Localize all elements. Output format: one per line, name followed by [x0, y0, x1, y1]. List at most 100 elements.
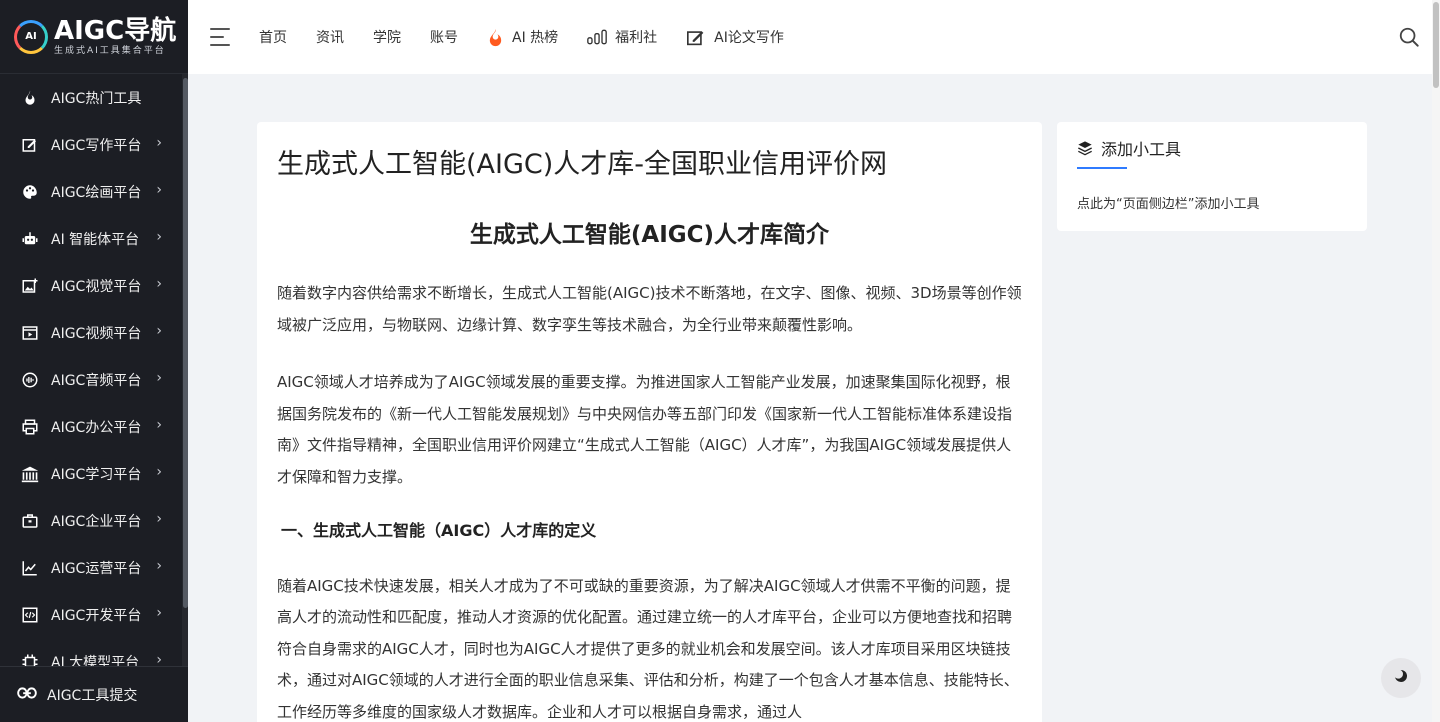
sidebar-item-label: AIGC办公平台 [51, 419, 142, 436]
logo-title: AIGC导航 [54, 15, 177, 46]
sidebar-item-large-model[interactable]: AI 大模型平台 › [0, 638, 182, 666]
sidebar-item-label: AIGC热门工具 [51, 90, 142, 107]
model-icon [20, 652, 40, 666]
chevron-right-icon: › [156, 511, 162, 527]
sidebar-item-vision[interactable]: AIGC视觉平台 › [0, 262, 182, 309]
sidebar-item-development[interactable]: AIGC开发平台 › [0, 591, 182, 638]
nav-label: AI 热榜 [512, 30, 559, 46]
flame-icon [20, 88, 40, 108]
logo-mark: AI [14, 19, 48, 54]
sidebar-item-label: AI 大模型平台 [51, 654, 140, 667]
sidebar-item-agent[interactable]: AI 智能体平台 › [0, 215, 182, 262]
chevron-right-icon: › [156, 558, 162, 574]
section-heading: 一、生成式人工智能（AIGC）人才库的定义 [281, 520, 597, 540]
search-icon[interactable] [1398, 26, 1420, 48]
sidebar-menu: AIGC热门工具 AIGC写作平台 › AIGC绘画平台 › AI 智能体平台 … [0, 74, 182, 666]
sidebar-item-video[interactable]: AIGC视频平台 › [0, 309, 182, 356]
bars-icon [587, 29, 607, 45]
chevron-right-icon: › [156, 605, 162, 621]
nav-ai-hot[interactable]: AI 热榜 [487, 27, 558, 47]
nav-label: AI论文写作 [714, 30, 784, 46]
top-nav: 首页 资讯 学院 账号 AI 热榜 福利社 AI论文写作 [259, 27, 813, 47]
logo-text: AIGC导航 生成式AI工具集合平台 [54, 17, 176, 57]
page-scrollbar[interactable] [1432, 0, 1440, 722]
chevron-right-icon: › [156, 464, 162, 480]
chevron-right-icon: › [156, 323, 162, 339]
sidebar: AI AIGC导航 生成式AI工具集合平台 AIGC热门工具 AIGC写作平台 … [0, 0, 188, 722]
article-card: 生成式人工智能(AIGC)人才库-全国职业信用评价网 生成式人工智能(AIGC)… [257, 122, 1042, 722]
menu-toggle-icon[interactable] [210, 28, 232, 46]
chevron-right-icon: › [156, 135, 162, 151]
chevron-right-icon: › [156, 370, 162, 386]
nav-academy[interactable]: 学院 [373, 27, 401, 47]
link-icon [17, 685, 37, 704]
sidebar-item-label: AIGC写作平台 [51, 137, 142, 154]
sidebar-item-label: AIGC音频平台 [51, 372, 142, 389]
chart-line-icon [20, 558, 40, 578]
code-icon [20, 605, 40, 625]
nav-ai-paper[interactable]: AI论文写作 [686, 27, 784, 47]
nav-label: 学院 [373, 30, 401, 46]
sidebar-item-label: AIGC视频平台 [51, 325, 142, 342]
sidebar-item-label: AIGC学习平台 [51, 466, 142, 483]
fire-icon [487, 28, 504, 47]
sidebar-item-label: AIGC运营平台 [51, 560, 142, 577]
nav-home[interactable]: 首页 [259, 27, 287, 47]
logo-subtitle: 生成式AI工具集合平台 [54, 45, 166, 56]
video-icon [20, 323, 40, 343]
sidebar-item-enterprise[interactable]: AIGC企业平台 › [0, 497, 182, 544]
sidebar-widget: 添加小工具 点此为“页面侧边栏”添加小工具 [1057, 122, 1367, 231]
sidebar-item-learning[interactable]: AIGC学习平台 › [0, 450, 182, 497]
robot-icon [20, 229, 40, 249]
submit-tool-label: AIGC工具提交 [47, 687, 138, 704]
palette-icon [20, 182, 40, 202]
site-logo[interactable]: AI AIGC导航 生成式AI工具集合平台 [0, 0, 188, 74]
chevron-right-icon: › [156, 276, 162, 292]
sidebar-item-painting[interactable]: AIGC绘画平台 › [0, 168, 182, 215]
audio-icon [20, 370, 40, 390]
widget-title: 添加小工具 [1101, 140, 1182, 159]
institution-icon [20, 464, 40, 484]
article-paragraph: 随着数字内容供给需求不断增长，生成式人工智能(AIGC)技术不断落地，在文字、图… [277, 284, 1022, 334]
add-widget-link[interactable]: 点此为“页面侧边栏”添加小工具 [1077, 193, 1347, 212]
sidebar-item-operations[interactable]: AIGC运营平台 › [0, 544, 182, 591]
sidebar-scrollbar-thumb[interactable] [183, 78, 188, 608]
moon-icon [1393, 668, 1409, 688]
nav-label: 资讯 [316, 30, 344, 46]
top-header: 首页 资讯 学院 账号 AI 热榜 福利社 AI论文写作 [188, 0, 1432, 74]
sidebar-item-label: AI 智能体平台 [51, 231, 140, 248]
article-paragraph: AIGC领域人才培养成为了AIGC领域发展的重要支撑。为推进国家人工智能产业发展… [277, 373, 1013, 486]
sidebar-item-label: AIGC绘画平台 [51, 184, 142, 201]
nav-account[interactable]: 账号 [430, 27, 458, 47]
write-icon [686, 28, 706, 46]
nav-welfare[interactable]: 福利社 [587, 27, 657, 47]
page-scrollbar-thumb[interactable] [1433, 2, 1439, 88]
dark-mode-toggle[interactable] [1381, 658, 1421, 698]
sidebar-item-hot-tools[interactable]: AIGC热门工具 [0, 74, 182, 121]
sidebar-item-label: AIGC开发平台 [51, 607, 142, 624]
chevron-right-icon: › [156, 417, 162, 433]
edit-icon [20, 135, 40, 155]
nav-label: 福利社 [615, 30, 658, 46]
article-paragraph: 随着AIGC技术快速发展，相关人才成为了不可或缺的重要资源，为了解决AIGC领域… [277, 576, 1019, 721]
sidebar-item-label: AIGC视觉平台 [51, 278, 142, 295]
sidebar-item-label: AIGC企业平台 [51, 513, 142, 530]
nav-news[interactable]: 资讯 [316, 27, 344, 47]
briefcase-icon [20, 511, 40, 531]
widget-header: 添加小工具 [1077, 136, 1347, 160]
sidebar-item-audio[interactable]: AIGC音频平台 › [0, 356, 182, 403]
sidebar-item-writing[interactable]: AIGC写作平台 › [0, 121, 182, 168]
printer-icon [20, 417, 40, 437]
chevron-right-icon: › [156, 652, 162, 666]
nav-label: 首页 [259, 30, 287, 46]
nav-label: 账号 [430, 30, 458, 46]
submit-tool-link[interactable]: AIGC工具提交 [0, 666, 188, 722]
post-title: 生成式人工智能(AIGC)人才库-全国职业信用评价网 [277, 149, 888, 180]
post-subtitle: 生成式人工智能(AIGC)人才库简介 [469, 222, 830, 248]
chevron-right-icon: › [156, 229, 162, 245]
layers-icon [1077, 140, 1093, 156]
chevron-right-icon: › [156, 182, 162, 198]
sidebar-item-office[interactable]: AIGC办公平台 › [0, 403, 182, 450]
image-icon [20, 276, 40, 296]
widget-title-underline [1077, 167, 1127, 169]
